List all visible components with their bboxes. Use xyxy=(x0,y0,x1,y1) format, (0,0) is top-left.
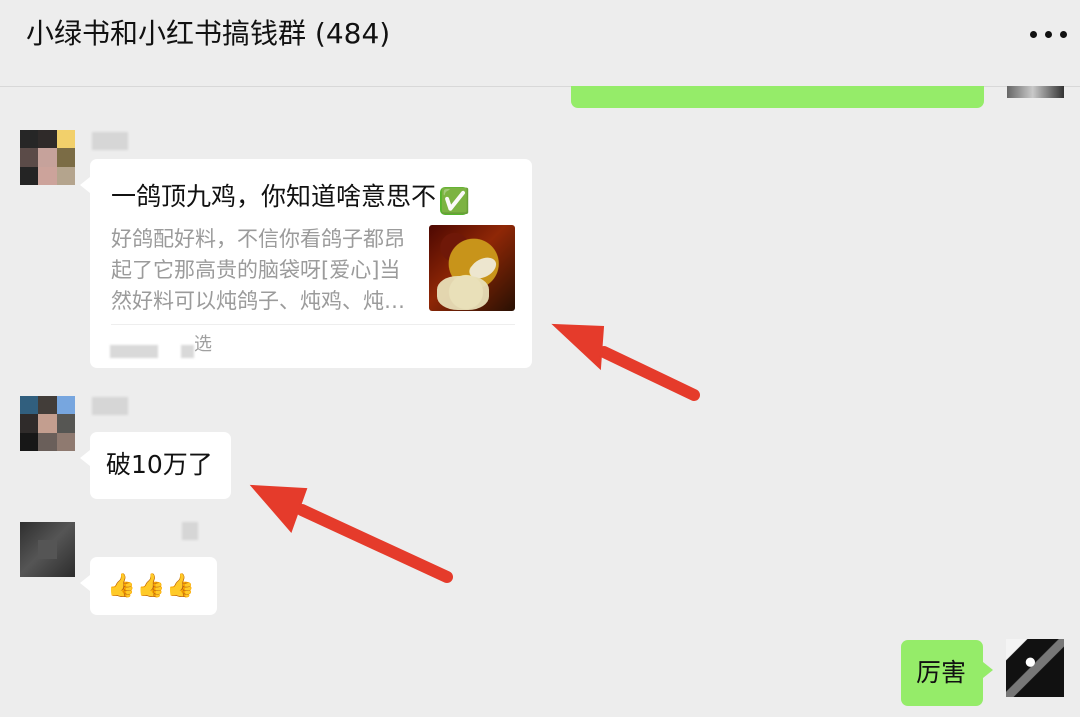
user-avatar[interactable] xyxy=(1006,639,1064,697)
avatar-emoji-sender[interactable] xyxy=(20,522,75,577)
shared-article-title[interactable]: 一鸽顶九鸡，你知道啥意思不 ✅ xyxy=(111,181,521,215)
shared-article-title-text: 一鸽顶九鸡，你知道啥意思不 xyxy=(111,182,437,211)
red-arrow-head-top xyxy=(551,323,605,371)
red-arrow-shaft-bottom xyxy=(296,504,453,583)
outgoing-message-text: 厉害 xyxy=(916,658,967,687)
thumbs-up-emoji: 👍👍👍 xyxy=(107,573,196,599)
red-arrow-head-bottom xyxy=(249,484,308,533)
avatar-share-sender[interactable] xyxy=(20,130,75,185)
sender-name-blurred xyxy=(182,522,198,540)
pigeon-soup-image[interactable] xyxy=(429,225,515,311)
source-blurred-text xyxy=(110,345,158,358)
sender-name-blurred xyxy=(92,132,128,150)
avatar-text-sender[interactable] xyxy=(20,396,75,451)
previous-outgoing-message-bubble xyxy=(571,86,984,108)
shared-card-divider xyxy=(111,324,515,325)
message-bubble-milestone[interactable]: 破10万了 xyxy=(80,432,231,499)
emoji-message-bubble[interactable]: 👍👍👍 xyxy=(80,557,217,615)
shared-card-source: 选 xyxy=(194,334,212,355)
shared-article-card[interactable]: 一鸽顶九鸡，你知道啥意思不 ✅ 好鸽配好料，不信你看鸽子都昂起了它那高贵的脑袋呀[… xyxy=(80,159,532,368)
outgoing-message-bubble[interactable]: 厉害 xyxy=(901,640,993,706)
check-icon: ✅ xyxy=(440,187,470,215)
chat-header: 小绿书和小红书搞钱群 (484) xyxy=(0,0,1080,87)
shared-article-description: 好鸽配好料，不信你看鸽子都昂起了它那高贵的脑袋呀[爱心]当然好料可以炖鸽子、炖鸡… xyxy=(111,227,405,313)
more-icon[interactable] xyxy=(1030,28,1070,42)
source-blurred-text xyxy=(181,345,194,358)
red-arrow-shaft-top xyxy=(598,346,700,401)
chat-title: 小绿书和小红书搞钱群 (484) xyxy=(26,17,391,50)
previous-user-avatar[interactable] xyxy=(1007,86,1064,98)
sender-name-blurred xyxy=(92,397,128,415)
message-text-milestone: 破10万了 xyxy=(106,450,213,479)
